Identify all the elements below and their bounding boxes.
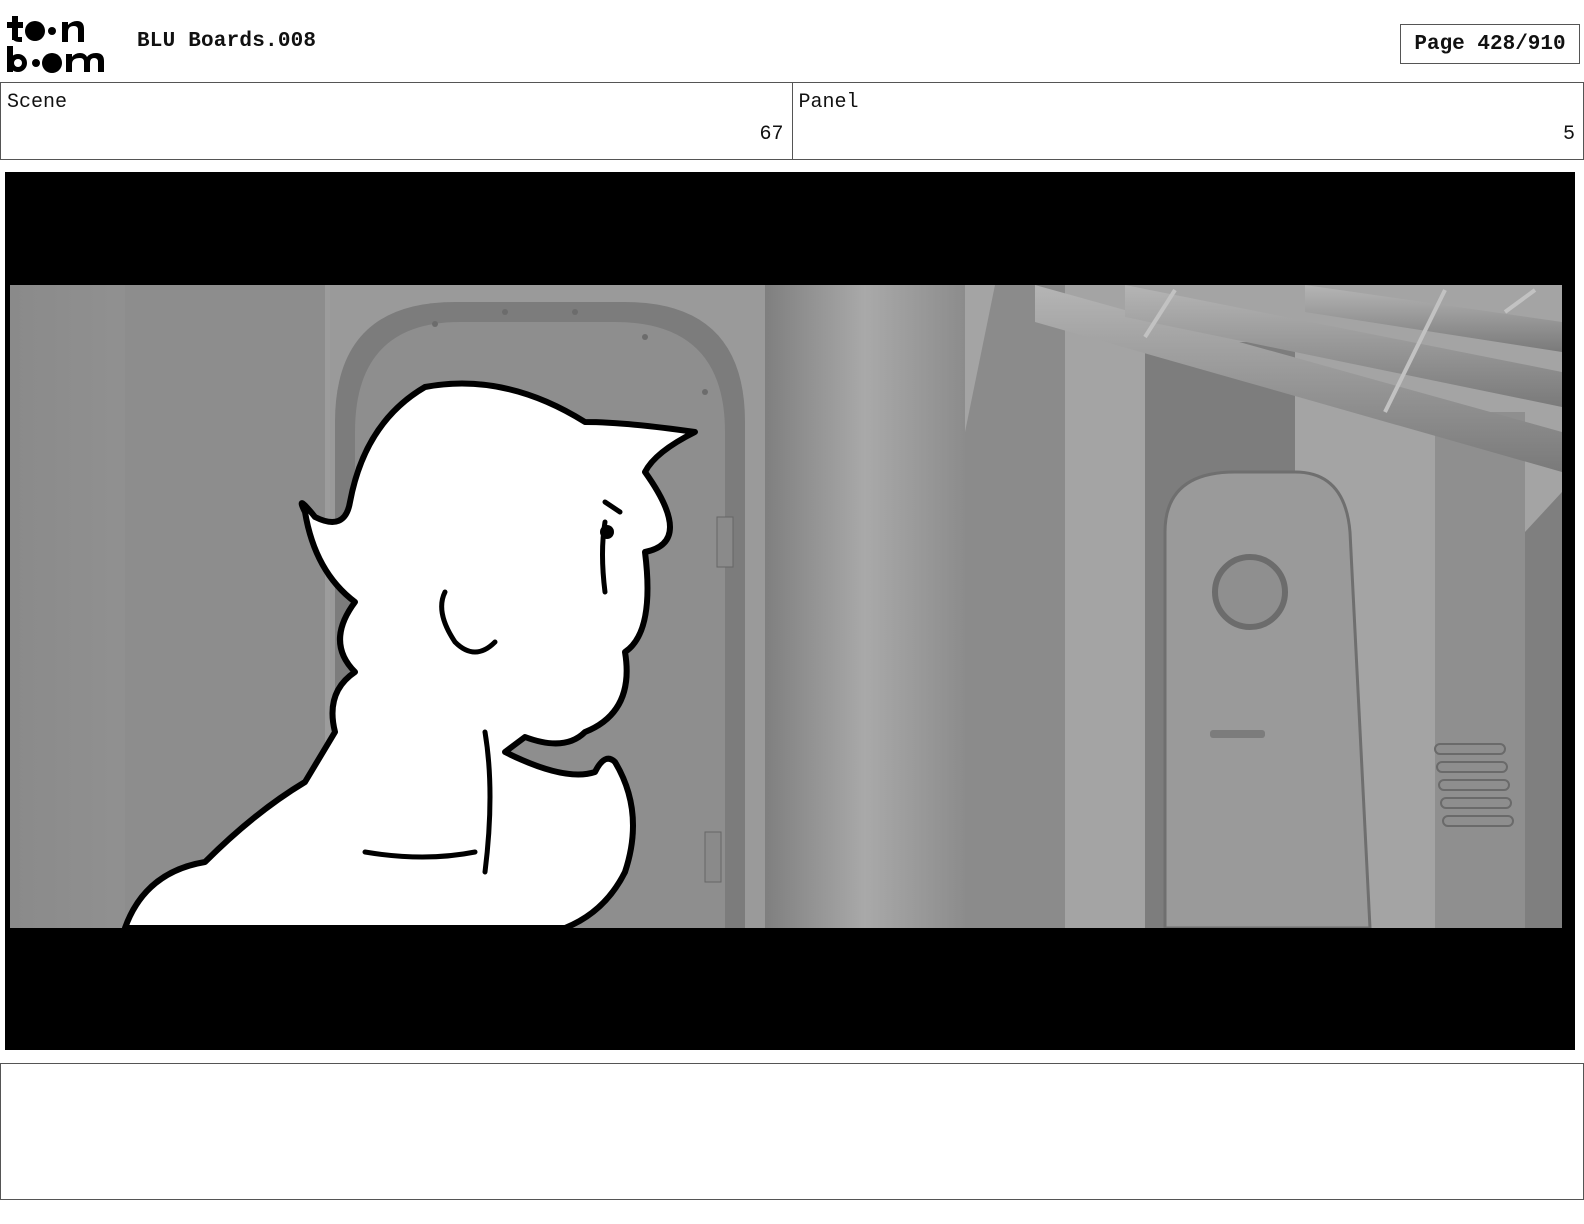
panel-number: 5 [1562, 123, 1575, 146]
scene-label: Scene [7, 91, 68, 114]
storyboard-frame [5, 172, 1575, 1050]
page-number: Page 428/910 [1400, 24, 1580, 64]
document-title: BLU Boards.008 [137, 30, 317, 53]
panel-notes-box [0, 1063, 1584, 1200]
scene-cell: Scene 67 [1, 83, 792, 159]
panel-cell: Panel 5 [791, 83, 1584, 159]
scene-panel-row: Scene 67 Panel 5 [0, 82, 1584, 160]
storyboard-panel-image [5, 172, 1575, 1050]
toon-boom-logo [4, 12, 116, 74]
panel-label: Panel [798, 91, 859, 114]
scene-number: 67 [759, 123, 784, 146]
